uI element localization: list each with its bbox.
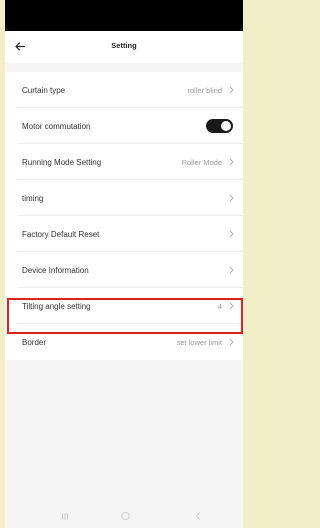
setting-border[interactable]: Border set lower limit bbox=[5, 324, 243, 360]
setting-curtain-type[interactable]: Curtain type roller blind bbox=[5, 72, 243, 108]
setting-value: Roller Mode bbox=[181, 157, 222, 167]
chevron-right-icon bbox=[228, 337, 234, 347]
setting-label: Curtain type bbox=[22, 85, 66, 95]
setting-value: roller blind bbox=[187, 85, 222, 95]
phone-screen: Setting Curtain type roller blind Motor … bbox=[5, 0, 243, 528]
system-nav-bar bbox=[5, 503, 243, 528]
chevron-right-icon bbox=[228, 265, 234, 275]
toggle-knob bbox=[221, 121, 231, 131]
chevron-right-icon bbox=[228, 193, 234, 203]
setting-label: Factory Default Reset bbox=[22, 229, 100, 239]
motor-commutation-toggle[interactable] bbox=[206, 119, 233, 133]
chevron-right-icon bbox=[228, 229, 234, 239]
home-icon[interactable] bbox=[118, 510, 132, 522]
recents-icon[interactable] bbox=[58, 510, 72, 522]
page-title: Setting bbox=[111, 41, 137, 50]
setting-value: set lower limit bbox=[176, 337, 222, 347]
setting-device-information[interactable]: Device Information bbox=[5, 252, 243, 288]
nav-back-icon[interactable] bbox=[191, 510, 205, 522]
setting-label: Device Information bbox=[22, 265, 89, 275]
app-header: Setting bbox=[5, 31, 243, 63]
setting-label: timing bbox=[22, 193, 44, 203]
setting-label: Tilting angle setting bbox=[22, 301, 91, 311]
setting-motor-commutation: Motor commutation bbox=[5, 108, 243, 144]
settings-list: Curtain type roller blind Motor commutat… bbox=[5, 72, 243, 360]
setting-label: Border bbox=[22, 337, 47, 347]
setting-label: Motor commutation bbox=[22, 121, 91, 131]
setting-tilting-angle[interactable]: Tilting angle setting 4 bbox=[5, 288, 243, 324]
chevron-right-icon bbox=[228, 301, 234, 311]
setting-timing[interactable]: timing bbox=[5, 180, 243, 216]
chevron-right-icon bbox=[228, 157, 234, 167]
setting-running-mode[interactable]: Running Mode Setting Roller Mode bbox=[5, 144, 243, 180]
status-bar bbox=[5, 0, 243, 31]
setting-factory-reset[interactable]: Factory Default Reset bbox=[5, 216, 243, 252]
chevron-right-icon bbox=[228, 85, 234, 95]
setting-label: Running Mode Setting bbox=[22, 157, 102, 167]
setting-value: 4 bbox=[217, 301, 222, 311]
